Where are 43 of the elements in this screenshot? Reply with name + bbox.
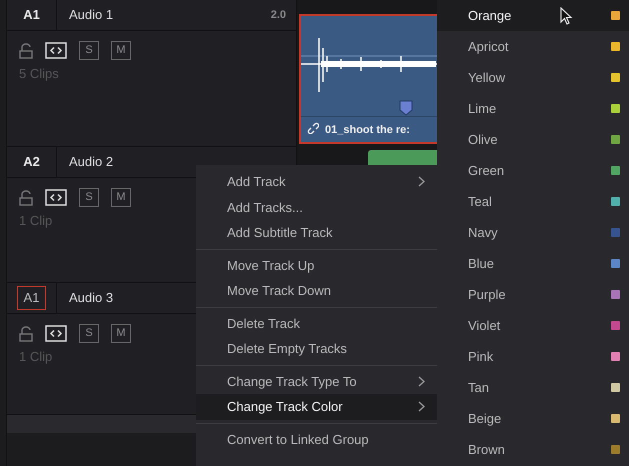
menu-item[interactable]: Convert to Linked Group: [196, 426, 437, 452]
track-name[interactable]: Audio 2: [57, 152, 296, 172]
solo-button[interactable]: S: [79, 41, 99, 60]
menu-item[interactable]: Add Track: [196, 169, 437, 194]
menu-item[interactable]: Add Subtitle Track: [196, 220, 437, 246]
link-icon: [307, 122, 319, 134]
solo-button[interactable]: S: [79, 188, 99, 207]
solo-button[interactable]: S: [79, 324, 99, 343]
channel-format: 2.0: [270, 8, 287, 23]
menu-item[interactable]: Teal: [437, 186, 629, 217]
menu-item[interactable]: Add Tracks...: [196, 194, 437, 220]
menu-item[interactable]: Pink: [437, 341, 629, 372]
auto-select-icon[interactable]: [45, 325, 67, 342]
track-id[interactable]: A1: [17, 4, 46, 26]
clip-name: 01_shoot the re:: [325, 123, 410, 138]
menu-item[interactable]: Move Track Down: [196, 278, 437, 304]
menu-item[interactable]: Brown: [437, 434, 629, 465]
menu-item[interactable]: Change Track Type To: [196, 368, 437, 394]
menu-item[interactable]: Delete Empty Tracks: [196, 336, 437, 362]
menu-item[interactable]: Orange: [437, 0, 629, 31]
track-name[interactable]: Audio 1: [57, 5, 271, 25]
mute-button[interactable]: M: [111, 324, 131, 343]
lock-icon[interactable]: [19, 42, 33, 58]
mute-button[interactable]: M: [111, 41, 131, 60]
cursor-icon: [560, 6, 573, 24]
menu-item[interactable]: Delete Track: [196, 310, 437, 336]
lock-icon[interactable]: [19, 190, 33, 206]
menu-item[interactable]: Change Track Color: [196, 394, 437, 420]
menu-item[interactable]: Green: [437, 155, 629, 186]
menu-item[interactable]: Move Track Up: [196, 252, 437, 278]
menu-item[interactable]: Purple: [437, 279, 629, 310]
menu-item[interactable]: Blue: [437, 248, 629, 279]
menu-item[interactable]: Navy: [437, 217, 629, 248]
menu-item[interactable]: Beige: [437, 403, 629, 434]
menu-item[interactable]: Tan: [437, 372, 629, 403]
auto-select-icon[interactable]: [45, 189, 67, 206]
track-id[interactable]: A1: [16, 286, 46, 310]
menu-item[interactable]: Violet: [437, 310, 629, 341]
auto-select-icon[interactable]: [45, 42, 67, 59]
marker-icon: [399, 100, 413, 116]
lock-icon[interactable]: [19, 326, 33, 342]
mute-button[interactable]: M: [111, 188, 131, 207]
track-id[interactable]: A2: [17, 151, 46, 173]
